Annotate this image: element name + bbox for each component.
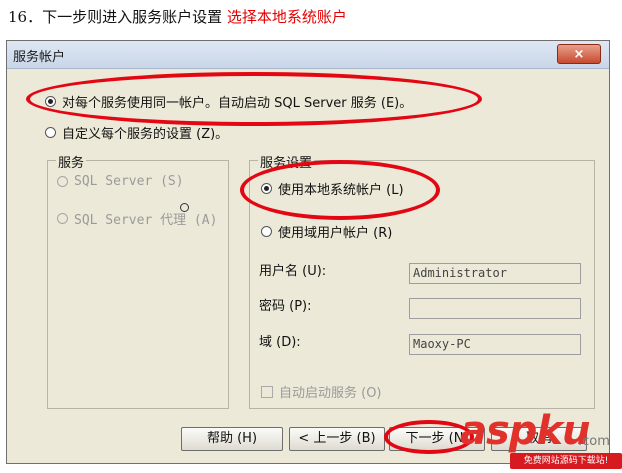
help-button[interactable]: 帮助 (H) bbox=[181, 427, 283, 451]
services-legend: 服务 bbox=[56, 152, 87, 171]
service-settings-legend: 服务设置 bbox=[258, 152, 315, 171]
service-sql-server-radio[interactable] bbox=[57, 176, 68, 187]
domain-field[interactable]: Maoxy-PC bbox=[409, 334, 581, 355]
custom-settings-option[interactable]: 自定义每个服务的设置 (Z)。 bbox=[45, 123, 228, 142]
local-system-option[interactable]: 使用本地系统帐户 (L) bbox=[261, 179, 404, 198]
mouse-cursor-icon bbox=[180, 203, 189, 212]
watermark-tagline: 免费网站源码下载站! bbox=[510, 453, 622, 469]
same-account-option[interactable]: 对每个服务使用同一帐户。自动启动 SQL Server 服务 (E)。 bbox=[45, 92, 412, 111]
domain-user-label: 使用域用户帐户 (R) bbox=[278, 226, 393, 241]
same-account-label: 对每个服务使用同一帐户。自动启动 SQL Server 服务 (E)。 bbox=[62, 96, 413, 111]
watermark: aspku .com 免费网站源码下载站! bbox=[452, 408, 622, 473]
caption-prefix: 16．下一步则进入服务账户设置 bbox=[8, 8, 227, 26]
back-button[interactable]: < 上一步 (B) bbox=[289, 427, 385, 451]
password-label: 密码 (P): bbox=[259, 299, 312, 314]
service-sql-agent-radio[interactable] bbox=[57, 213, 68, 224]
autostart-option[interactable]: 自动启动服务 (O) bbox=[261, 382, 382, 401]
password-field[interactable] bbox=[409, 298, 581, 319]
domain-label: 域 (D): bbox=[259, 335, 301, 350]
local-system-label: 使用本地系统帐户 (L) bbox=[278, 183, 404, 198]
services-group: 服务 bbox=[47, 152, 229, 409]
autostart-label: 自动启动服务 (O) bbox=[279, 386, 382, 401]
service-account-dialog: 服务帐户 × 对每个服务使用同一帐户。自动启动 SQL Server 服务 (E… bbox=[6, 40, 610, 464]
domain-user-radio[interactable] bbox=[261, 226, 272, 237]
dialog-titlebar: 服务帐户 × bbox=[7, 41, 609, 69]
service-sql-server[interactable]: SQL Server (S) bbox=[57, 174, 184, 189]
autostart-checkbox[interactable] bbox=[261, 385, 273, 398]
username-field[interactable]: Administrator bbox=[409, 263, 581, 284]
watermark-logo: aspku bbox=[460, 408, 591, 454]
custom-settings-label: 自定义每个服务的设置 (Z)。 bbox=[62, 127, 229, 142]
step-caption: 16．下一步则进入服务账户设置 选择本地系统账户 bbox=[8, 6, 347, 27]
same-account-radio[interactable] bbox=[45, 96, 56, 107]
domain-user-option[interactable]: 使用域用户帐户 (R) bbox=[261, 222, 392, 241]
watermark-domain: .com bbox=[578, 434, 610, 449]
custom-settings-radio[interactable] bbox=[45, 127, 56, 138]
local-system-radio[interactable] bbox=[261, 183, 272, 194]
dialog-title: 服务帐户 bbox=[13, 50, 66, 65]
close-icon: × bbox=[573, 47, 585, 62]
caption-highlight: 选择本地系统账户 bbox=[226, 8, 347, 26]
service-sql-agent[interactable]: SQL Server 代理 (A) bbox=[57, 209, 217, 228]
service-sql-agent-label: SQL Server 代理 (A) bbox=[74, 213, 218, 228]
username-label: 用户名 (U): bbox=[259, 264, 327, 279]
service-sql-server-label: SQL Server (S) bbox=[74, 174, 184, 189]
close-button[interactable]: × bbox=[557, 44, 601, 64]
